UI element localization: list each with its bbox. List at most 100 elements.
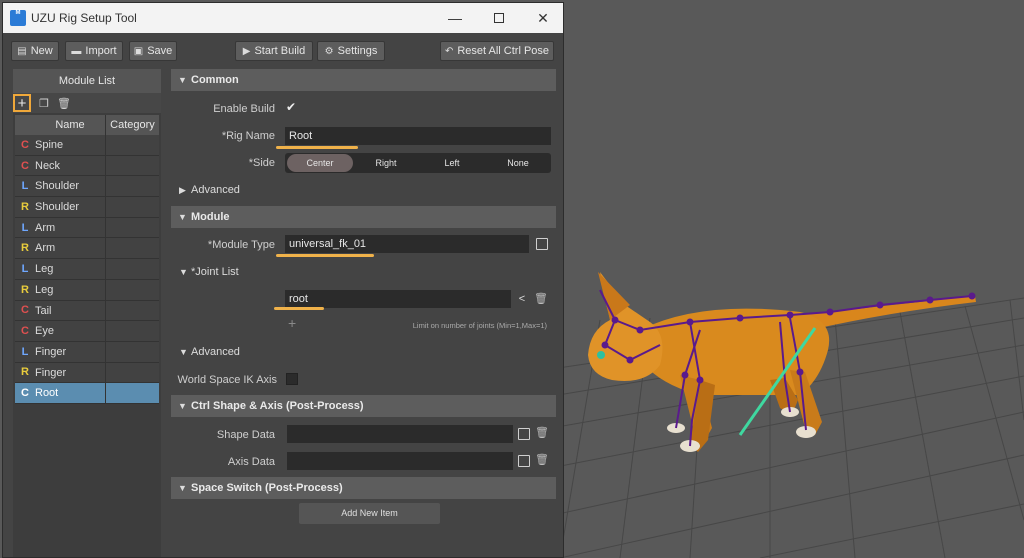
axis-data-browse-button[interactable] [518,455,530,467]
duplicate-module-button[interactable]: ❐ [35,94,53,112]
side-badge: C [21,325,29,338]
world-space-ik-axis-checkbox[interactable] [286,373,298,385]
add-joint-button[interactable]: + [288,315,296,331]
collapse-arrow-icon: ▼ [178,401,187,411]
module-list-toolbar: + ❐ 🗑 [13,93,161,113]
shape-data-label: Shape Data [216,429,275,441]
module-category [106,363,159,383]
enable-build-checkbox[interactable]: ✔ [286,101,298,113]
add-new-item-button[interactable]: Add New Item [299,503,440,524]
plus-icon: + [17,94,27,112]
module-row[interactable]: L Leg [15,259,159,280]
module-category [106,301,159,321]
space-switch-section-header[interactable]: ▼ Space Switch (Post-Process) [171,477,556,499]
module-section-header[interactable]: ▼ Module [171,206,556,228]
axis-data-clear-button[interactable]: 🗑 [535,453,549,467]
module-table: Name Category C Spine C Neck L Shoulder R Shoul… [15,115,159,404]
play-icon: ▶ [242,45,251,57]
save-icon: ▣ [133,45,144,57]
new-button[interactable]: ▤ New [11,41,59,61]
minimize-button[interactable]: — [433,3,477,33]
module-row[interactable]: R Leg [15,279,159,301]
trash-icon: 🗑 [535,454,549,466]
module-advanced-toggle[interactable]: ▼ Advanced [171,342,556,362]
remove-joint-button[interactable]: 🗑 [534,292,548,306]
add-module-button[interactable]: + [13,94,31,112]
shape-data-input[interactable] [287,425,513,443]
axis-data-label: Axis Data [227,456,275,468]
trash-icon: 🗑 [57,97,71,110]
common-section-header[interactable]: ▼ Common [171,69,556,91]
name-column-header[interactable]: Name [35,115,106,135]
close-icon: ✕ [537,9,549,26]
shape-data-clear-button[interactable]: 🗑 [535,426,549,440]
common-advanced-toggle[interactable]: ▶ Advanced [171,180,556,200]
collapse-arrow-icon: ▼ [178,212,187,222]
module-row[interactable]: R Finger [15,362,159,384]
module-row[interactable]: C Neck [15,155,159,177]
joint-input[interactable]: root [285,290,511,308]
side-option-right[interactable]: Right [353,154,419,172]
new-button-label: New [30,45,53,57]
side-label: *Side [248,157,275,169]
module-row[interactable]: C Root [15,383,159,404]
save-button[interactable]: ▣ Save [129,41,177,61]
category-column-header[interactable]: Category [106,115,159,135]
collapse-arrow-icon: ▼ [178,483,187,493]
module-name: Eye [35,321,106,341]
pick-joint-button[interactable]: < [516,292,528,306]
pick-icon: < [518,293,526,305]
module-name: Spine [35,135,106,155]
reset-ctrl-pose-button[interactable]: ↶ Reset All Ctrl Pose [440,41,554,61]
module-category [106,156,159,176]
space-switch-header-label: Space Switch (Post-Process) [191,482,343,494]
joint-list-label: *Joint List [191,266,239,278]
rig-name-highlight [276,146,358,149]
module-category [106,218,159,238]
axis-data-input[interactable] [287,452,513,470]
rig-name-input[interactable]: Root [285,127,551,145]
module-name: Root [35,383,106,403]
module-list-title: Module List [13,69,161,93]
maximize-button[interactable] [477,3,521,33]
import-button[interactable]: ▬ Import [65,41,123,61]
maximize-icon [494,13,504,23]
start-build-button[interactable]: ▶ Start Build [235,41,313,61]
delete-module-button[interactable]: 🗑 [55,94,73,112]
common-header-label: Common [191,74,239,86]
module-category [106,176,159,196]
ctrl-shape-section-header[interactable]: ▼ Ctrl Shape & Axis (Post-Process) [171,395,556,417]
module-row[interactable]: C Eye [15,321,159,342]
side-option-left[interactable]: Left [419,154,485,172]
module-table-header: Name Category [15,115,159,135]
module-row[interactable]: L Shoulder [15,176,159,198]
module-category [106,197,159,217]
module-category [106,238,159,258]
side-option-center[interactable]: Center [287,154,353,172]
module-row[interactable]: C Spine [15,135,159,156]
module-row[interactable]: L Finger [15,341,159,363]
collapse-arrow-icon: ▼ [179,267,188,277]
settings-button[interactable]: ⚙ Settings [317,41,385,61]
module-row[interactable]: L Arm [15,217,159,239]
side-option-none[interactable]: None [485,154,551,172]
module-row[interactable]: C Tail [15,300,159,322]
gear-icon: ⚙ [324,45,334,57]
module-row[interactable]: R Arm [15,238,159,260]
plus-icon: + [288,315,297,331]
module-type-input[interactable]: universal_fk_01 [285,235,529,253]
expand-arrow-icon: ▶ [179,185,186,195]
joint-list-toggle[interactable]: ▼ *Joint List [171,262,556,282]
properties-panel: ▼ Common Enable Build ✔ *Rig Name Root *S… [171,69,556,557]
joint-highlight [274,307,324,310]
shape-data-browse-button[interactable] [518,428,530,440]
settings-label: Settings [337,45,378,57]
module-category [106,280,159,300]
module-type-browse-button[interactable] [536,238,548,250]
close-button[interactable]: ✕ [521,3,565,33]
side-badge: C [21,159,29,172]
joint-limit-text: Limit on number of joints (Min=1,Max=1) [412,321,547,330]
collapse-arrow-icon: ▼ [178,75,187,85]
side-badge: C [21,138,29,151]
module-row[interactable]: R Shoulder [15,197,159,218]
